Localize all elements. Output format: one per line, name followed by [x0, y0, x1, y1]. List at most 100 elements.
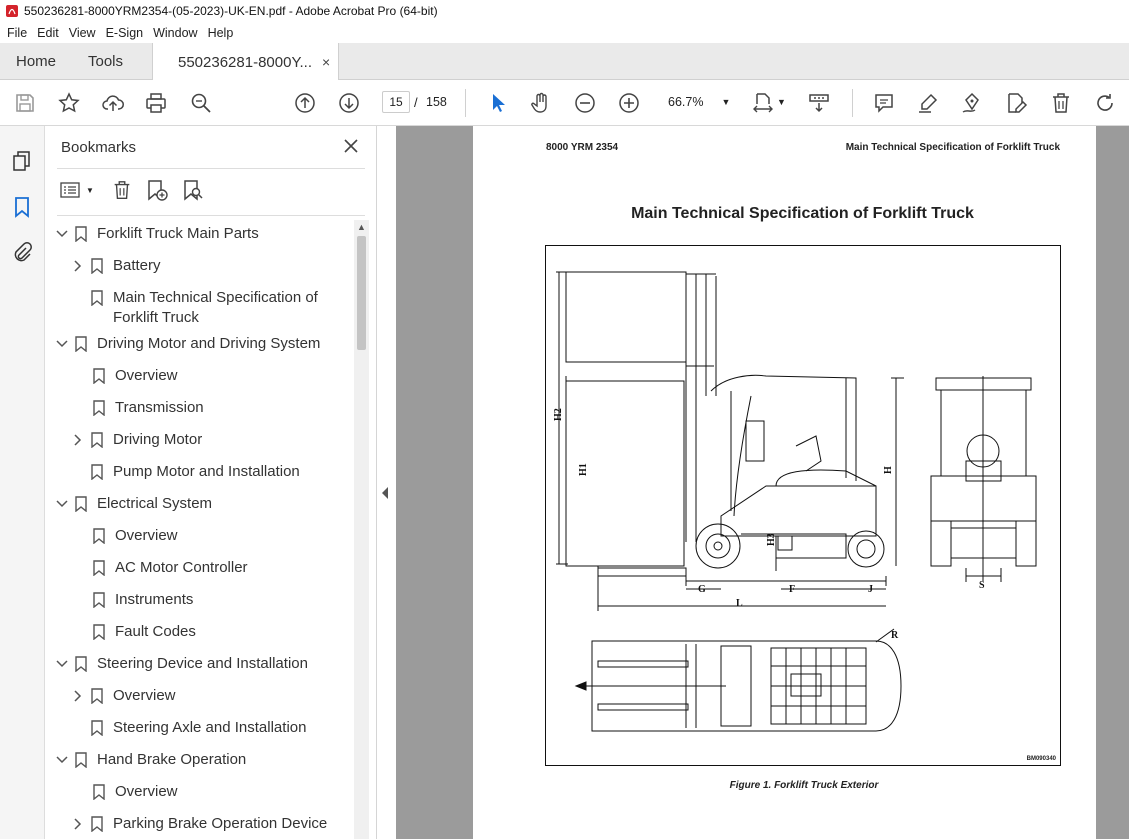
bookmark-label: Battery — [113, 257, 161, 274]
tab-home[interactable]: Home — [16, 43, 56, 80]
select-tool-button[interactable] — [485, 90, 511, 116]
scroll-up-icon[interactable]: ▲ — [357, 222, 366, 232]
bookmark-item[interactable]: Pump Motor and Installation — [71, 462, 300, 482]
dim-label-r: R — [891, 630, 899, 641]
scrollbar-thumb[interactable] — [357, 236, 366, 350]
bookmark-icon — [75, 494, 89, 514]
rotate-button[interactable] — [1092, 90, 1118, 116]
zoom-level-select[interactable]: 66.7% ▼ — [663, 91, 731, 113]
zoom-search-button[interactable] — [188, 90, 214, 116]
fit-chevron-down-icon[interactable]: ▼ — [777, 97, 786, 107]
bookmark-item[interactable]: Overview — [87, 526, 178, 546]
page-number-input[interactable]: 15 — [382, 91, 410, 113]
menu-edit[interactable]: Edit — [32, 26, 64, 40]
bookmark-item[interactable]: Fault Codes — [87, 622, 196, 642]
tab-document[interactable]: 550236281-8000Y... × — [152, 43, 340, 81]
bookmark-icon — [93, 366, 107, 386]
bookmark-label: Instruments — [115, 591, 194, 608]
bookmark-item[interactable]: Parking Brake Operation Device — [71, 814, 327, 834]
bookmark-item[interactable]: AC Motor Controller — [87, 558, 248, 578]
menu-window[interactable]: Window — [148, 26, 202, 40]
bookmark-icon — [75, 224, 89, 244]
scroll-mode-button[interactable] — [806, 90, 832, 116]
zoom-out-button[interactable] — [572, 90, 598, 116]
save-button[interactable] — [12, 90, 38, 116]
chevron-down-icon[interactable] — [55, 750, 69, 770]
chevron-right-icon[interactable] — [71, 256, 85, 276]
bookmark-icon — [93, 558, 107, 578]
document-viewer[interactable]: 8000 YRM 2354 Main Technical Specificati… — [396, 126, 1129, 839]
comment-button[interactable] — [871, 90, 897, 116]
edit-pdf-button[interactable] — [1003, 90, 1029, 116]
bookmark-item[interactable]: Forklift Truck Main Parts — [55, 224, 259, 244]
bookmark-panel-icon[interactable] — [9, 194, 35, 220]
pages-thumbnail-icon[interactable] — [9, 147, 35, 173]
bookmark-item[interactable]: Overview — [87, 782, 178, 802]
chevron-right-icon[interactable] — [71, 686, 85, 706]
bookmark-options-button[interactable]: ▼ — [60, 178, 94, 202]
menu-view[interactable]: View — [64, 26, 101, 40]
bookmark-icon — [91, 462, 105, 482]
bookmark-label: Fault Codes — [115, 623, 196, 640]
bookmark-star-button[interactable] — [56, 90, 82, 116]
zoom-in-button[interactable] — [616, 90, 642, 116]
print-button[interactable] — [143, 90, 169, 116]
dim-label-g: G — [698, 584, 706, 595]
fit-page-button[interactable] — [750, 90, 776, 116]
bookmark-item[interactable]: Instruments — [87, 590, 193, 610]
delete-button[interactable] — [1048, 90, 1074, 116]
menu-esign[interactable]: E-Sign — [101, 26, 149, 40]
chevron-right-icon[interactable] — [71, 814, 85, 834]
zoom-level-value: 66.7% — [668, 95, 704, 109]
collapse-panel-icon[interactable] — [380, 486, 390, 500]
tab-tools[interactable]: Tools — [88, 43, 123, 80]
bookmark-icon — [91, 256, 105, 276]
chevron-down-icon[interactable] — [55, 494, 69, 514]
menu-file[interactable]: File — [2, 26, 32, 40]
bookmark-item[interactable]: Main Technical Specification of Forklift … — [71, 288, 318, 328]
bookmark-item[interactable]: Overview — [71, 686, 176, 706]
bookmark-item[interactable]: Electrical System — [55, 494, 212, 514]
find-bookmark-button[interactable] — [181, 178, 205, 202]
bookmark-icon — [75, 334, 89, 354]
upload-button[interactable] — [100, 90, 126, 116]
close-tab-icon[interactable]: × — [322, 54, 330, 70]
tab-home-label: Home — [16, 53, 57, 70]
chevron-down-icon[interactable] — [55, 654, 69, 674]
menu-help[interactable]: Help — [203, 26, 239, 40]
bookmark-item[interactable]: Driving Motor — [71, 430, 202, 450]
dim-label-s: S — [979, 580, 985, 591]
bookmark-label: Electrical System — [97, 495, 213, 512]
sign-button[interactable] — [959, 90, 985, 116]
chevron-down-icon[interactable] — [55, 224, 69, 244]
bookmark-item[interactable]: Driving Motor and Driving System — [55, 334, 320, 354]
attachment-icon[interactable] — [9, 240, 35, 266]
bookmark-label: Overview — [113, 687, 176, 704]
hand-tool-button[interactable] — [528, 90, 554, 116]
highlight-button[interactable] — [915, 90, 941, 116]
bookmark-item[interactable]: Overview — [87, 366, 178, 386]
chevron-down-icon[interactable] — [55, 334, 69, 354]
bookmark-label-line: Main Technical Specification of — [113, 289, 318, 306]
bookmark-item[interactable]: Steering Axle and Installation — [71, 718, 306, 738]
bookmark-item[interactable]: Battery — [71, 256, 161, 276]
bookmark-label-line: Forklift Truck — [113, 309, 199, 326]
bookmark-label: Parking Brake Operation Device — [113, 815, 328, 832]
new-bookmark-button[interactable] — [145, 178, 169, 202]
bookmark-item[interactable]: Steering Device and Installation — [55, 654, 308, 674]
bookmark-add-icon — [148, 180, 168, 201]
delete-bookmark-button[interactable] — [111, 178, 133, 202]
previous-page-button[interactable] — [292, 90, 318, 116]
dim-label-h: H — [883, 466, 894, 474]
chevron-right-icon[interactable] — [71, 430, 85, 450]
bookmark-item[interactable]: Hand Brake Operation — [55, 750, 246, 770]
hand-icon — [531, 92, 547, 113]
chevron-down-icon: ▼ — [721, 97, 731, 107]
next-page-button[interactable] — [336, 90, 362, 116]
bookmark-item[interactable]: Transmission — [87, 398, 204, 418]
close-icon[interactable] — [341, 136, 361, 156]
bookmark-search-icon — [184, 180, 203, 201]
